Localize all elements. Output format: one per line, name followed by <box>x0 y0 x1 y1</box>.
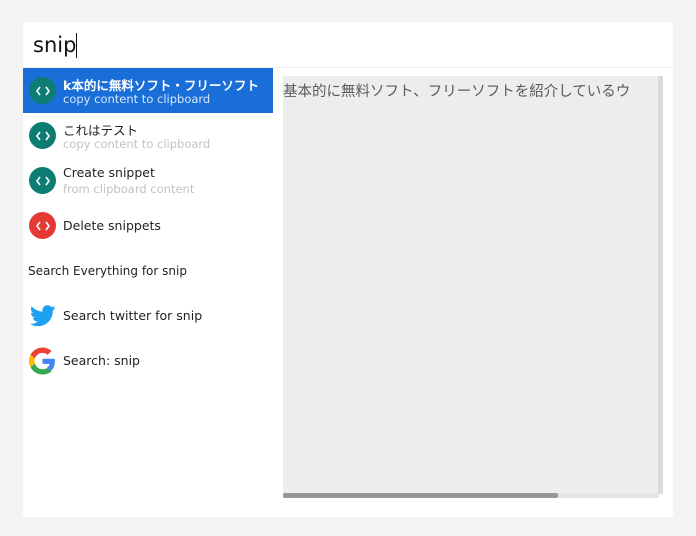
code-icon <box>29 122 56 149</box>
result-item-snippet-1[interactable]: k本的に無料ソフト・フリーソフト copy content to clipboa… <box>23 68 273 113</box>
result-item-twitter-search[interactable]: Search twitter for snip <box>23 293 273 338</box>
search-bar <box>23 22 673 68</box>
result-item-delete-snippets[interactable]: Delete snippets <box>23 203 273 248</box>
google-icon <box>29 347 56 374</box>
results-list: k本的に無料ソフト・フリーソフト copy content to clipboa… <box>23 68 273 517</box>
preview-text: 基本的に無料ソフト、フリーソフトを紹介しているウ <box>283 84 631 100</box>
result-title: Delete snippets <box>63 218 161 233</box>
section-label: Search Everything for snip <box>28 264 187 278</box>
code-icon <box>29 167 56 194</box>
text-caret <box>76 33 77 58</box>
code-icon <box>29 77 56 104</box>
result-title: Search: snip <box>63 353 140 368</box>
result-subtitle: from clipboard content <box>63 182 195 196</box>
code-icon <box>29 212 56 239</box>
result-subtitle: copy content to clipboard <box>63 92 211 106</box>
result-title: Search twitter for snip <box>63 308 203 323</box>
launcher-window: k本的に無料ソフト・フリーソフト copy content to clipboa… <box>23 22 673 517</box>
vertical-scrollbar[interactable] <box>658 76 663 494</box>
result-subtitle: copy content to clipboard <box>63 137 211 151</box>
result-item-google-search[interactable]: Search: snip <box>23 338 273 383</box>
result-item-snippet-2[interactable]: これはテスト copy content to clipboard <box>23 113 273 158</box>
result-title: Create snippet <box>63 165 155 180</box>
search-input[interactable] <box>33 28 653 62</box>
result-item-create-snippet[interactable]: Create snippet from clipboard content <box>23 158 273 203</box>
twitter-icon <box>29 302 56 329</box>
snippet-preview-panel: 基本的に無料ソフト、フリーソフトを紹介しているウ <box>283 76 659 494</box>
horizontal-scrollbar-thumb[interactable] <box>283 493 558 498</box>
